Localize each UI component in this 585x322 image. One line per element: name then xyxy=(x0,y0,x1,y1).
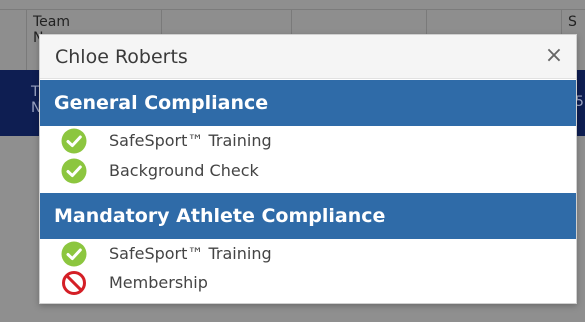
check-icon xyxy=(61,158,87,184)
list-item-athlete-safesport: SafeSport™ Training xyxy=(61,240,272,268)
section-header-general-compliance: General Compliance xyxy=(40,80,576,126)
modal-title: Chloe Roberts xyxy=(55,46,188,68)
check-icon xyxy=(61,128,87,154)
modal-header: Chloe Roberts × xyxy=(40,35,576,79)
list-item-membership: Membership xyxy=(61,269,208,297)
list-item-label: SafeSport™ Training xyxy=(109,131,272,150)
list-item-label: Membership xyxy=(109,273,208,292)
close-button[interactable]: × xyxy=(542,42,566,70)
list-item-label: SafeSport™ Training xyxy=(109,244,272,263)
section-header-mandatory-athlete-compliance: Mandatory Athlete Compliance xyxy=(40,193,576,239)
check-icon xyxy=(61,241,87,267)
table-header-col-5-label: S xyxy=(568,14,577,30)
list-item-label: Background Check xyxy=(109,161,259,180)
compliance-modal: Chloe Roberts × General Compliance SafeS… xyxy=(39,34,577,304)
list-item-background-check: Background Check xyxy=(61,157,259,185)
list-item-general-safesport: SafeSport™ Training xyxy=(61,127,272,155)
prohibited-icon xyxy=(62,271,86,295)
table-header-team-line1: Team xyxy=(33,14,71,30)
